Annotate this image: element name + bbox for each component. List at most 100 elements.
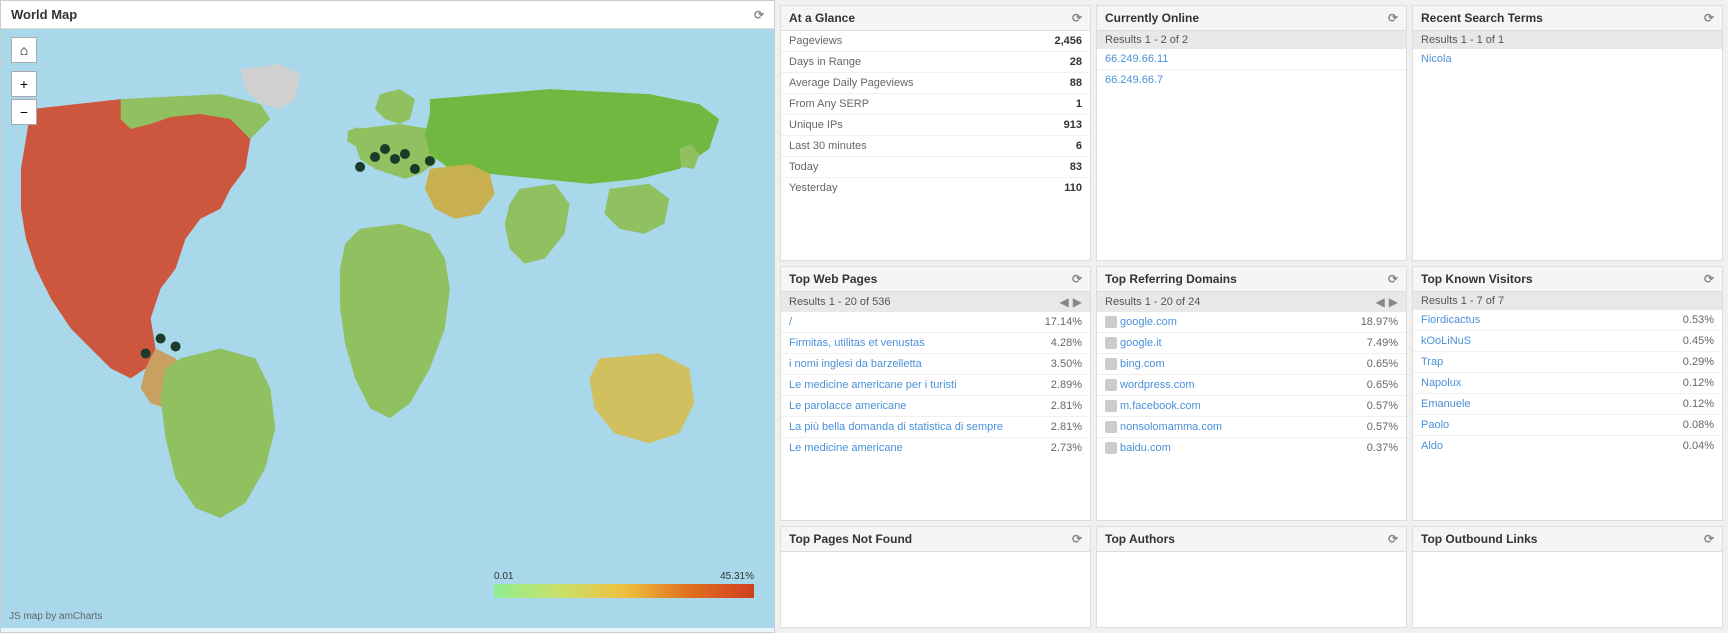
map-container: ⌂ + − bbox=[1, 29, 774, 628]
map-dot-4 bbox=[380, 144, 390, 154]
table-row: Unique IPs913 bbox=[781, 115, 1090, 136]
at-a-glance-refresh[interactable]: ⟳ bbox=[1072, 11, 1082, 25]
top-referring-count: Results 1 - 20 of 24 bbox=[1105, 296, 1200, 308]
table-row: google.com18.97% bbox=[1097, 312, 1406, 333]
table-row: i nomi inglesi da barzelletta3.50% bbox=[781, 354, 1090, 375]
map-dot-2 bbox=[141, 348, 151, 358]
recent-search-refresh[interactable]: ⟳ bbox=[1704, 11, 1714, 25]
recent-search-count: Results 1 - 1 of 1 bbox=[1421, 34, 1504, 46]
top-known-visitors-header: Top Known Visitors ⟳ bbox=[1413, 267, 1722, 292]
top-web-pages-nav: ◀ ▶ bbox=[1060, 295, 1082, 309]
table-row: /17.14% bbox=[781, 312, 1090, 333]
currently-online-count: Results 1 - 2 of 2 bbox=[1105, 34, 1188, 46]
legend-max-label: 45.31% bbox=[720, 571, 754, 582]
map-legend: 0.01 45.31% bbox=[301, 571, 754, 598]
at-a-glance-widget: At a Glance ⟳ Pageviews2,456Days in Rang… bbox=[780, 5, 1091, 261]
table-row: Le medicine americane2.73% bbox=[781, 438, 1090, 458]
map-dot-5 bbox=[390, 154, 400, 164]
top-authors-header: Top Authors ⟳ bbox=[1097, 527, 1406, 552]
map-zoom-out-button[interactable]: − bbox=[11, 99, 37, 125]
currently-online-subheader: Results 1 - 2 of 2 bbox=[1097, 31, 1406, 49]
top-referring-widget: Top Referring Domains ⟳ Results 1 - 20 o… bbox=[1096, 266, 1407, 521]
top-outbound-widget: Top Outbound Links ⟳ bbox=[1412, 526, 1723, 628]
top-pages-not-found-widget: Top Pages Not Found ⟳ bbox=[780, 526, 1091, 628]
top-web-pages-subheader: Results 1 - 20 of 536 ◀ ▶ bbox=[781, 292, 1090, 312]
top-known-visitors-refresh[interactable]: ⟳ bbox=[1704, 272, 1714, 286]
list-item: 66.249.66.11 bbox=[1097, 49, 1406, 70]
top-referring-next[interactable]: ▶ bbox=[1389, 295, 1398, 309]
table-row: Emanuele0.12% bbox=[1413, 394, 1722, 415]
top-referring-header: Top Referring Domains ⟳ bbox=[1097, 267, 1406, 292]
top-web-pages-count: Results 1 - 20 of 536 bbox=[789, 296, 891, 308]
list-item: Nicola bbox=[1413, 49, 1722, 69]
top-outbound-refresh[interactable]: ⟳ bbox=[1704, 532, 1714, 546]
table-row: Yesterday110 bbox=[781, 178, 1090, 198]
table-row: google.it7.49% bbox=[1097, 333, 1406, 354]
top-referring-nav: ◀ ▶ bbox=[1376, 295, 1398, 309]
table-row: nonsolomamma.com0.57% bbox=[1097, 417, 1406, 438]
currently-online-title: Currently Online bbox=[1105, 11, 1199, 25]
legend-labels: 0.01 45.31% bbox=[494, 571, 754, 582]
recent-search-header: Recent Search Terms ⟳ bbox=[1413, 6, 1722, 31]
top-pages-not-found-refresh[interactable]: ⟳ bbox=[1072, 532, 1082, 546]
table-row: Le medicine americane per i turisti2.89% bbox=[781, 375, 1090, 396]
table-row: Paolo0.08% bbox=[1413, 415, 1722, 436]
currently-online-ips: 66.249.66.1166.249.66.7 bbox=[1097, 49, 1406, 90]
table-row: La più bella domanda di statistica di se… bbox=[781, 417, 1090, 438]
right-panel: At a Glance ⟳ Pageviews2,456Days in Rang… bbox=[775, 0, 1728, 633]
top-referring-refresh[interactable]: ⟳ bbox=[1388, 272, 1398, 286]
map-panel: World Map ⟳ ⌂ + − bbox=[0, 0, 775, 633]
top-known-visitors-widget: Top Known Visitors ⟳ Results 1 - 7 of 7 … bbox=[1412, 266, 1723, 521]
top-pages-not-found-title: Top Pages Not Found bbox=[789, 532, 912, 546]
recent-search-widget: Recent Search Terms ⟳ Results 1 - 1 of 1… bbox=[1412, 5, 1723, 261]
recent-search-subheader: Results 1 - 1 of 1 bbox=[1413, 31, 1722, 49]
top-web-pages-next[interactable]: ▶ bbox=[1073, 295, 1082, 309]
table-row: Days in Range28 bbox=[781, 52, 1090, 73]
map-home-button[interactable]: ⌂ bbox=[11, 37, 37, 63]
top-web-pages-widget: Top Web Pages ⟳ Results 1 - 20 of 536 ◀ … bbox=[780, 266, 1091, 521]
top-web-pages-header: Top Web Pages ⟳ bbox=[781, 267, 1090, 292]
table-row: Trap0.29% bbox=[1413, 352, 1722, 373]
table-row: kOoLiNuS0.45% bbox=[1413, 331, 1722, 352]
top-authors-widget: Top Authors ⟳ bbox=[1096, 526, 1407, 628]
map-dot-8 bbox=[410, 164, 420, 174]
table-row: baidu.com0.37% bbox=[1097, 438, 1406, 458]
at-a-glance-rows: Pageviews2,456Days in Range28Average Dai… bbox=[781, 31, 1090, 198]
top-web-pages-refresh[interactable]: ⟳ bbox=[1072, 272, 1082, 286]
table-row: Average Daily Pageviews88 bbox=[781, 73, 1090, 94]
table-row: From Any SERP1 bbox=[781, 94, 1090, 115]
legend-bar bbox=[494, 584, 754, 598]
top-web-pages-title: Top Web Pages bbox=[789, 272, 877, 286]
top-web-pages-rows: /17.14%Firmitas, utilitas et venustas4.2… bbox=[781, 312, 1090, 458]
table-row: Last 30 minutes6 bbox=[781, 136, 1090, 157]
top-referring-prev[interactable]: ◀ bbox=[1376, 295, 1385, 309]
table-row: Le parolacce americane2.81% bbox=[781, 396, 1090, 417]
table-row: m.facebook.com0.57% bbox=[1097, 396, 1406, 417]
map-dot-3 bbox=[171, 341, 181, 351]
at-a-glance-header: At a Glance ⟳ bbox=[781, 6, 1090, 31]
top-authors-refresh[interactable]: ⟳ bbox=[1388, 532, 1398, 546]
currently-online-header: Currently Online ⟳ bbox=[1097, 6, 1406, 31]
table-row: Today83 bbox=[781, 157, 1090, 178]
map-dot-7 bbox=[370, 152, 380, 162]
map-dot-10 bbox=[355, 162, 365, 172]
table-row: Pageviews2,456 bbox=[781, 31, 1090, 52]
top-authors-title: Top Authors bbox=[1105, 532, 1175, 546]
at-a-glance-title: At a Glance bbox=[789, 11, 855, 25]
table-row: bing.com0.65% bbox=[1097, 354, 1406, 375]
map-zoom-control: + − bbox=[11, 71, 37, 127]
map-home-control: ⌂ bbox=[11, 37, 37, 65]
top-known-visitors-rows: Fiordicactus0.53%kOoLiNuS0.45%Trap0.29%N… bbox=[1413, 310, 1722, 456]
recent-search-title: Recent Search Terms bbox=[1421, 11, 1543, 25]
top-known-visitors-subheader: Results 1 - 7 of 7 bbox=[1413, 292, 1722, 310]
top-web-pages-prev[interactable]: ◀ bbox=[1060, 295, 1069, 309]
table-row: Napolux0.12% bbox=[1413, 373, 1722, 394]
legend-min-label: 0.01 bbox=[494, 571, 513, 582]
top-referring-rows: google.com18.97%google.it7.49%bing.com0.… bbox=[1097, 312, 1406, 459]
map-dot-6 bbox=[400, 149, 410, 159]
map-refresh-icon[interactable]: ⟳ bbox=[754, 8, 764, 22]
map-zoom-in-button[interactable]: + bbox=[11, 71, 37, 97]
currently-online-refresh[interactable]: ⟳ bbox=[1388, 11, 1398, 25]
table-row: wordpress.com0.65% bbox=[1097, 375, 1406, 396]
top-outbound-title: Top Outbound Links bbox=[1421, 532, 1537, 546]
